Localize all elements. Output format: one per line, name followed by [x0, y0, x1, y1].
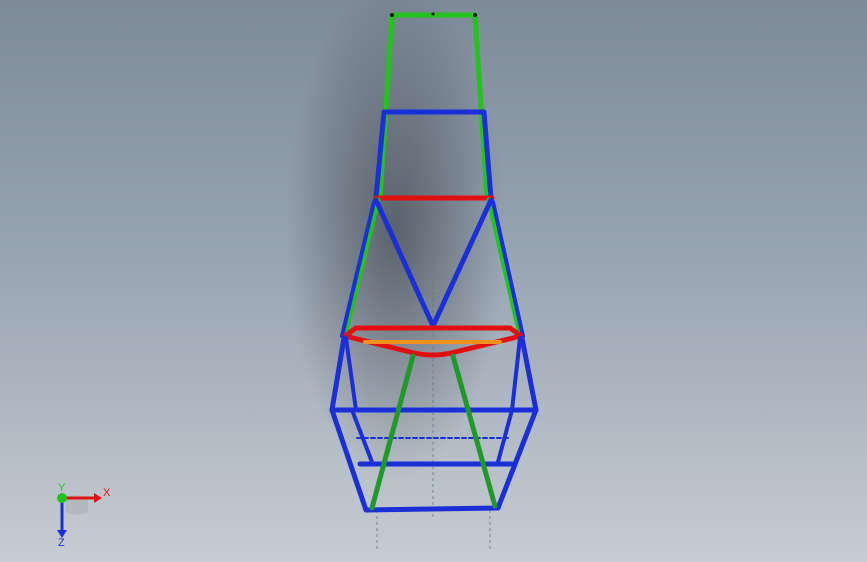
z-axis-label: Z — [58, 537, 65, 548]
frame-model[interactable] — [0, 0, 867, 562]
reference-triad[interactable]: X Y Z — [44, 478, 124, 548]
x-axis-label: X — [103, 487, 111, 499]
y-axis-dot — [57, 493, 67, 503]
y-axis-label: Y — [58, 482, 66, 494]
graphics-viewport[interactable]: X Y Z — [0, 0, 867, 562]
x-axis-head — [94, 493, 102, 503]
